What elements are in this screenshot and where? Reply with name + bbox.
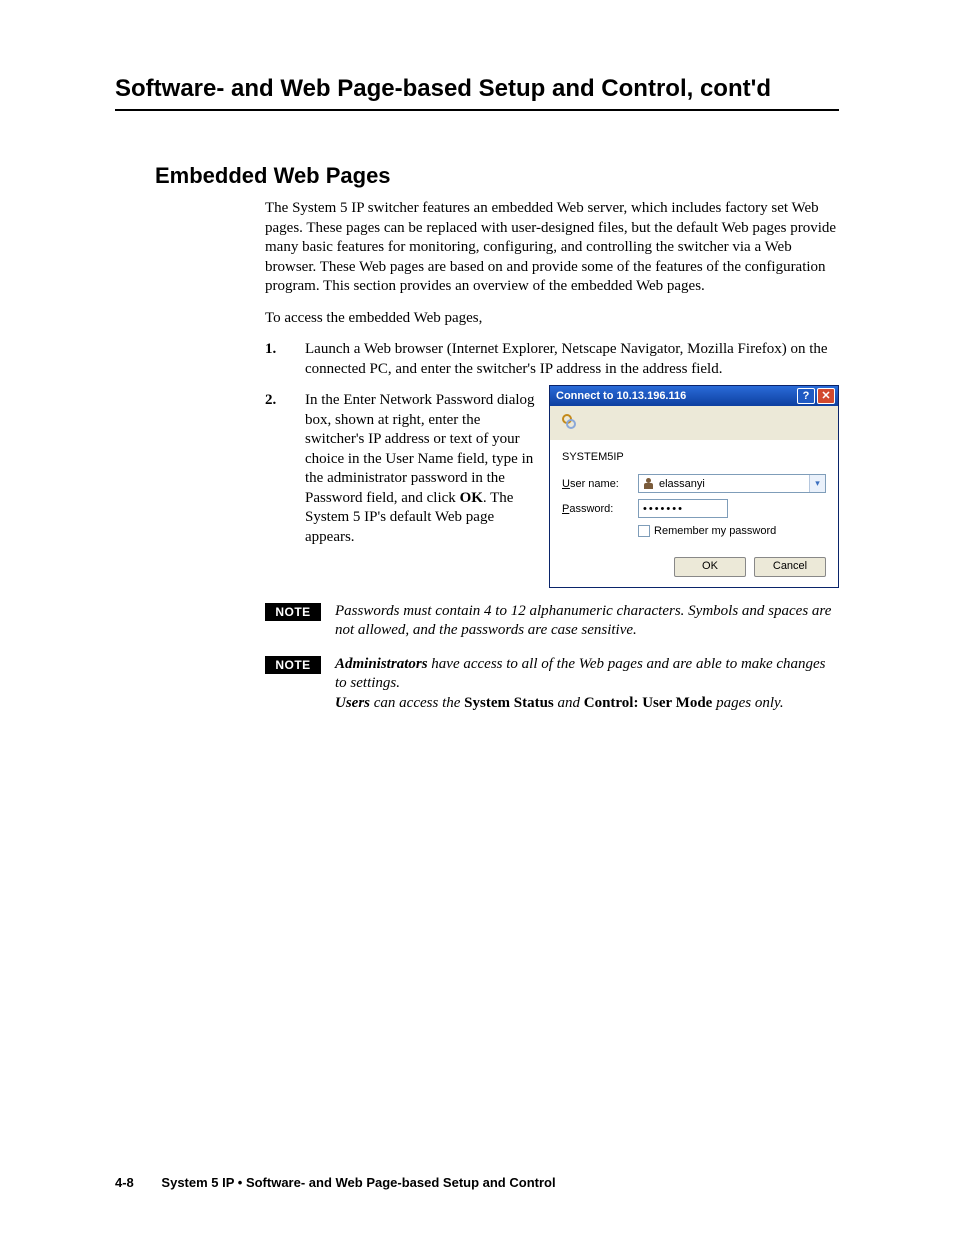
close-icon[interactable]: ✕ <box>817 388 835 404</box>
login-dialog: Connect to 10.13.196.116 ? ✕ SYSTEM5IP U… <box>549 385 839 588</box>
step-2-text: In the Enter Network Password dialog box… <box>305 391 535 547</box>
step-1-number: 1. <box>265 340 305 379</box>
remember-checkbox[interactable] <box>638 525 650 537</box>
step-1: 1. Launch a Web browser (Internet Explor… <box>265 340 839 379</box>
keys-icon <box>558 411 582 435</box>
page-number: 4-8 <box>115 1175 134 1190</box>
intro-paragraph: The System 5 IP switcher features an emb… <box>265 199 839 297</box>
chapter-title: Software- and Web Page-based Setup and C… <box>115 75 839 111</box>
username-label: User name: <box>562 477 632 491</box>
footer-text: System 5 IP • Software- and Web Page-bas… <box>161 1175 555 1190</box>
remember-label: Remember my password <box>654 524 776 538</box>
chevron-down-icon[interactable]: ▾ <box>809 475 825 492</box>
note-badge: NOTE <box>265 656 321 674</box>
dialog-title: Connect to 10.13.196.116 <box>556 389 795 403</box>
note-badge: NOTE <box>265 603 321 621</box>
dialog-realm: SYSTEM5IP <box>562 450 826 464</box>
username-value: elassanyi <box>659 477 705 491</box>
note-1-text: Passwords must contain 4 to 12 alphanume… <box>335 602 839 641</box>
dialog-banner <box>550 406 838 440</box>
password-label: Password: <box>562 502 632 516</box>
dialog-titlebar: Connect to 10.13.196.116 ? ✕ <box>550 386 838 406</box>
step-1-text: Launch a Web browser (Internet Explorer,… <box>305 340 839 379</box>
cancel-button[interactable]: Cancel <box>754 557 826 577</box>
step-2-number: 2. <box>265 391 305 588</box>
page-footer: 4-8 System 5 IP • Software- and Web Page… <box>115 1175 556 1190</box>
section-title: Embedded Web Pages <box>155 163 839 189</box>
help-icon[interactable]: ? <box>797 388 815 404</box>
access-line: To access the embedded Web pages, <box>265 309 839 329</box>
ok-button[interactable]: OK <box>674 557 746 577</box>
username-field[interactable]: elassanyi ▾ <box>638 474 826 493</box>
step-2: 2. In the Enter Network Password dialog … <box>265 391 839 588</box>
password-field[interactable]: ••••••• <box>638 499 728 518</box>
person-icon <box>643 478 655 490</box>
note-2-text: Administrators have access to all of the… <box>335 655 839 714</box>
